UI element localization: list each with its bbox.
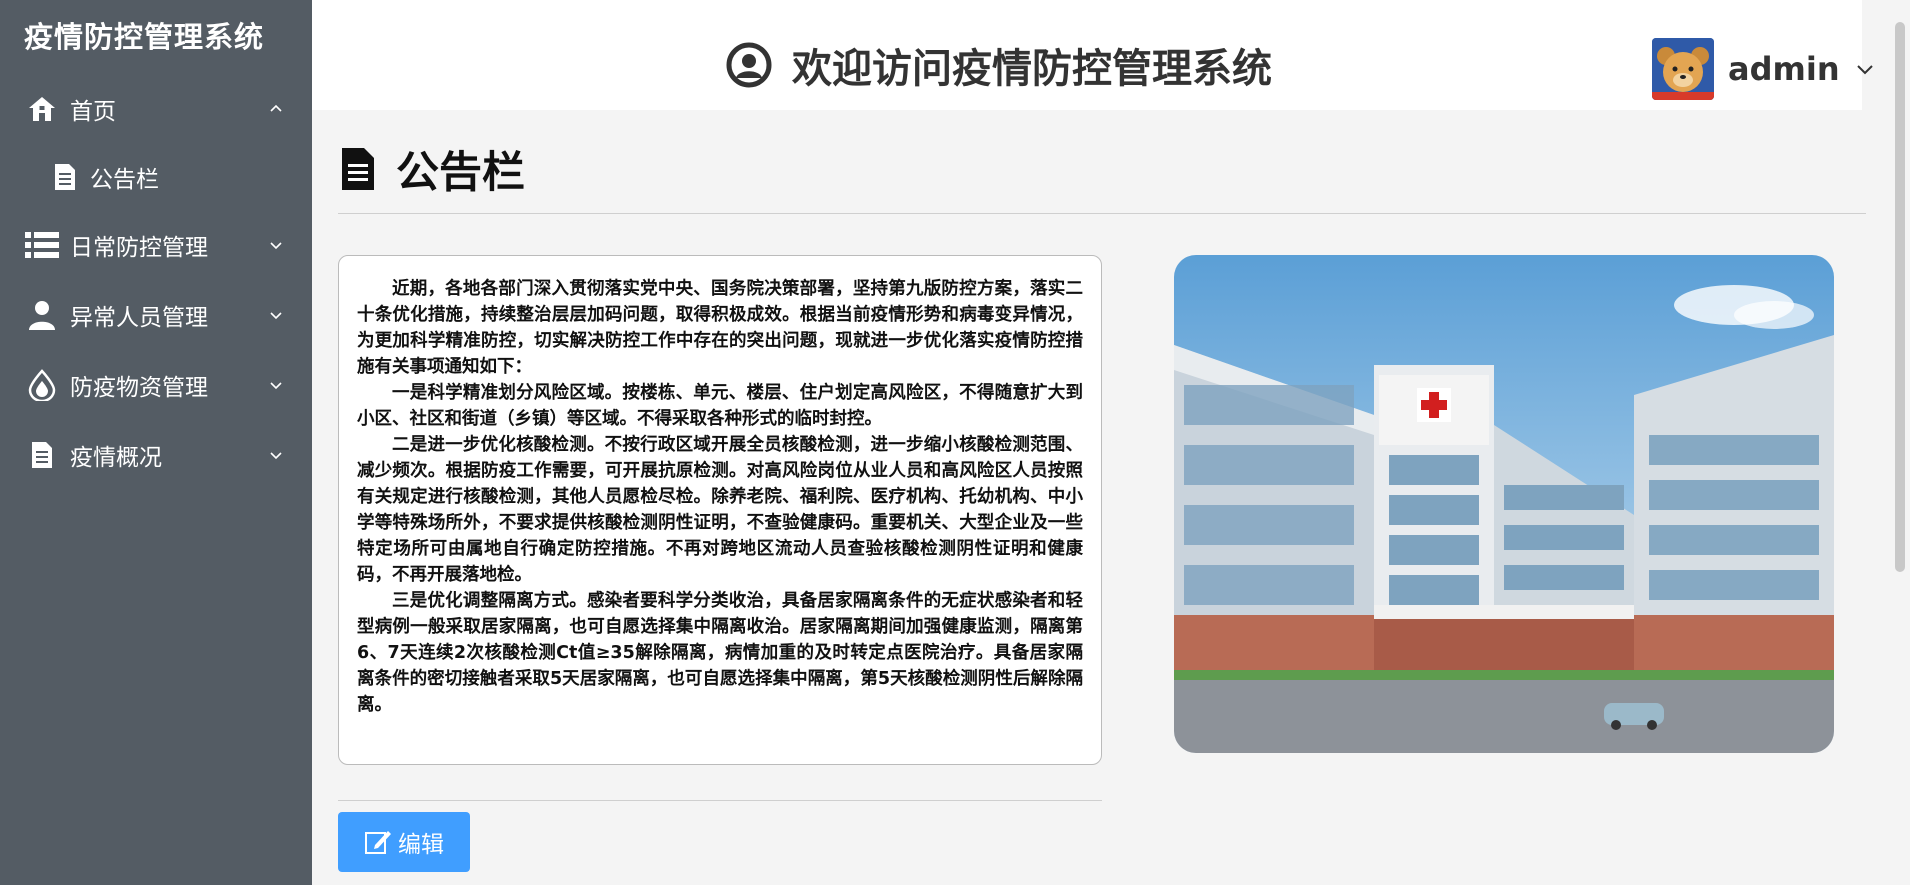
avatar: [1652, 38, 1714, 100]
edit-button-label: 编辑: [398, 832, 444, 858]
sidebar-item-abnormal-personnel[interactable]: 异常人员管理: [0, 280, 312, 350]
document-icon: [50, 160, 80, 194]
document-icon: [24, 437, 60, 473]
page-title: 公告栏: [396, 148, 525, 198]
chevron-up-icon: [270, 104, 282, 112]
chevron-down-icon: [270, 312, 282, 320]
edit-button[interactable]: 编辑: [338, 812, 470, 872]
sidebar-item-daily-prevention[interactable]: 日常防控管理: [0, 210, 312, 280]
sidebar-item-supplies[interactable]: 防疫物资管理: [0, 350, 312, 420]
title-divider: [338, 213, 1866, 214]
sidebar-item-label: 日常防控管理: [70, 235, 208, 261]
sidebar: 疫情防控管理系统 首页 公告栏 日常防控管理 异常人员管理 防疫物资管理 疫情概…: [0, 0, 312, 885]
notice-paragraph: 二是进一步优化核酸检测。不按行政区域开展全员核酸检测，进一步缩小核酸检测范围、减…: [357, 435, 1083, 585]
notice-content: 近期，各地各部门深入贯彻落实党中央、国务院决策部署，坚持第九版防控方案，落实二十…: [338, 255, 1102, 765]
user-menu[interactable]: admin: [1652, 38, 1876, 100]
drop-icon: [24, 367, 60, 403]
page-title-group: 公告栏: [340, 138, 525, 200]
chevron-down-icon: [1856, 65, 1873, 75]
top-header: 欢迎访问疫情防控管理系统 admin: [312, 0, 1873, 110]
header-title: 欢迎访问疫情防控管理系统: [792, 46, 1272, 92]
main-content: 公告栏 近期，各地各部门深入贯彻落实党中央、国务院决策部署，坚持第九版防控方案，…: [312, 110, 1866, 885]
notice-paragraph: 一是科学精准划分风险区域。按楼栋、单元、楼层、住户划定高风险区，不得随意扩大到小…: [357, 383, 1083, 429]
scrollbar-thumb[interactable]: [1895, 22, 1905, 572]
user-icon: [24, 297, 60, 333]
username: admin: [1728, 50, 1840, 88]
chevron-down-icon: [270, 382, 282, 390]
hospital-image: [1174, 255, 1834, 753]
app-brand: 疫情防控管理系统: [24, 20, 265, 54]
sidebar-item-home[interactable]: 首页: [0, 74, 312, 144]
header-title-group: 欢迎访问疫情防控管理系统: [726, 36, 1272, 94]
sidebar-item-label: 异常人员管理: [70, 305, 208, 331]
document-icon: [342, 148, 374, 190]
sidebar-item-epidemic-overview[interactable]: 疫情概况: [0, 420, 312, 490]
sidebar-item-label: 防疫物资管理: [70, 375, 208, 401]
shield-user-icon: [726, 42, 772, 88]
list-icon: [24, 227, 60, 263]
chevron-down-icon: [270, 242, 282, 250]
sidebar-subitem-label: 公告栏: [90, 167, 159, 193]
notice-paragraph: 近期，各地各部门深入贯彻落实党中央、国务院决策部署，坚持第九版防控方案，落实二十…: [357, 279, 1083, 377]
edit-icon: [365, 831, 391, 854]
chevron-down-icon: [270, 452, 282, 460]
vertical-scrollbar[interactable]: [1890, 0, 1910, 885]
notice-paragraph: 三是优化调整隔离方式。感染者要科学分类收治，具备居家隔离条件的无症状感染者和轻型…: [357, 591, 1083, 715]
content-divider: [338, 800, 1102, 801]
sidebar-item-label: 首页: [70, 99, 116, 125]
home-icon: [24, 91, 60, 127]
sidebar-subitem-notice[interactable]: 公告栏: [0, 144, 312, 210]
sidebar-item-label: 疫情概况: [70, 445, 162, 471]
